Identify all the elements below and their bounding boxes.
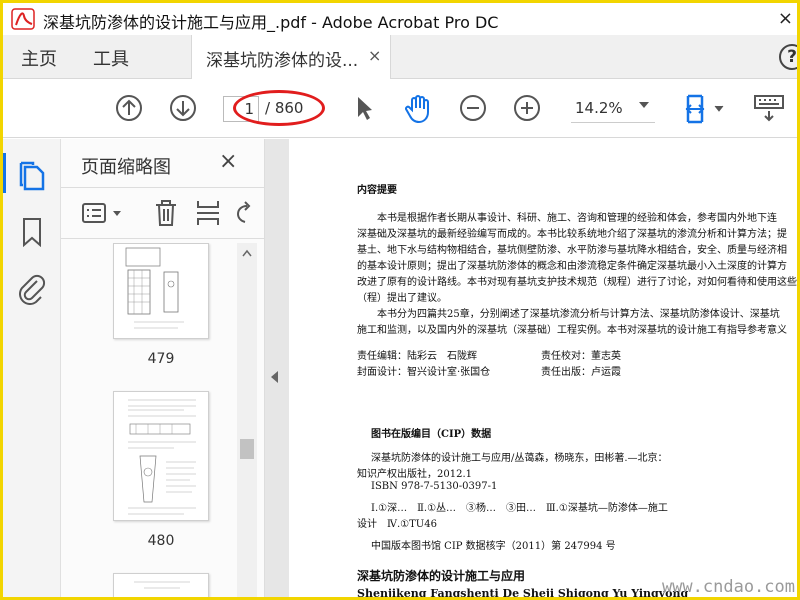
window-close-button[interactable]: ×	[778, 8, 793, 29]
next-page-icon[interactable]	[169, 94, 197, 122]
page-fit-icon[interactable]	[683, 92, 729, 126]
cover-credit: 封面设计：智兴设计室·张国仓	[357, 367, 491, 378]
document-tab-close-button[interactable]: ×	[368, 46, 381, 65]
acrobat-window: 深基坑防渗体的设计施工与应用_.pdf - Adobe Acrobat Pro …	[0, 0, 800, 600]
thumbnail-image	[125, 247, 184, 329]
tab-document[interactable]: 深基坑防渗体的设... ×	[191, 35, 391, 79]
book-title-pinyin: Shenjikeng Fangshenti De Sheji Shigong Y…	[357, 587, 689, 600]
select-cursor-icon[interactable]	[353, 94, 375, 122]
publisher-credit: 责任出版：卢运霞	[541, 367, 621, 378]
summary-line: 施工和监测，以及国内外的深基坑（深基础）工程实例。本书对深基坑的设计施工有指导参…	[357, 325, 787, 336]
summary-heading: 内容提要	[357, 185, 397, 196]
thumbnail-image	[128, 399, 196, 515]
cip-heading: 图书在版编目（CIP）数据	[371, 429, 492, 440]
collapse-panel-arrow-icon[interactable]	[271, 371, 278, 383]
summary-line: 本书分为四篇共25章，分别阐述了深基坑渗流分析与计算方法、深基坑防渗体设计、深基…	[377, 309, 780, 320]
panel-close-button[interactable]: ×	[219, 149, 237, 174]
cip-line: Ⅰ.①深… Ⅱ.①丛… ③杨… ③田… Ⅲ.①深基坑—防渗体—施工	[371, 503, 668, 514]
scroll-up-arrow-icon[interactable]	[242, 249, 252, 257]
proofreader-credit: 责任校对：董志英	[541, 351, 621, 362]
cip-line: ISBN 978-7-5130-0397-1	[371, 481, 498, 492]
tab-tools[interactable]: 工具	[93, 45, 129, 71]
keyboard-scroll-icon[interactable]	[753, 94, 785, 124]
zoom-out-icon[interactable]	[459, 94, 487, 122]
panel-toolbar	[61, 187, 265, 239]
thumbnail-page-479[interactable]	[113, 243, 209, 339]
left-tool-rail	[3, 139, 61, 597]
cip-line: 中国版本图书馆 CIP 数据核字（2011）第 247994 号	[371, 541, 616, 552]
cip-line: 深基坑防渗体的设计施工与应用/丛蔼森，杨晓东，田彬著.—北京：	[371, 453, 668, 464]
pdf-page: 内容提要 本书是根据作者长期从事设计、科研、施工、咨询和管理的经验和体会，参考国…	[289, 139, 797, 600]
prev-page-icon[interactable]	[115, 94, 143, 122]
zoom-level-field[interactable]: 14.2%	[575, 99, 623, 117]
page-thumbnails-panel: 页面缩略图 × 479 480	[61, 139, 265, 597]
zoom-in-icon[interactable]	[513, 94, 541, 122]
book-title-chinese: 深基坑防渗体的设计施工与应用	[357, 569, 526, 583]
tab-home[interactable]: 主页	[21, 45, 57, 71]
attachment-icon[interactable]	[17, 273, 47, 305]
nav-tabs-row: 主页 工具 深基坑防渗体的设... × ?	[3, 35, 797, 79]
thumbnail-list: 479 480	[61, 243, 237, 597]
thumbnail-page-480[interactable]	[113, 391, 209, 521]
document-viewport[interactable]: 内容提要 本书是根据作者长期从事设计、科研、施工、咨询和管理的经验和体会，参考国…	[265, 139, 797, 600]
rotate-icon[interactable]	[235, 200, 255, 226]
main-toolbar: 1 / 860 14.2%	[3, 80, 797, 138]
delete-icon[interactable]	[153, 198, 179, 228]
rail-active-indicator	[3, 153, 6, 193]
summary-line: （程）提出了建议。	[357, 293, 447, 304]
thumbnail-image	[134, 581, 190, 589]
hand-tool-icon[interactable]	[403, 94, 435, 124]
summary-line: 基土、地下水与结构物相结合，基坑侧壁防渗、水平防渗与基坑降水相结合，安全、质量与…	[357, 245, 787, 256]
zoom-underline	[571, 122, 655, 123]
panel-title: 页面缩略图	[81, 157, 171, 178]
thumbnail-page-next[interactable]	[113, 573, 209, 597]
summary-line: 深基础及深基坑的最新经验编写而成的。本书比较系统地介绍了深基坑的渗流分析和计算方…	[357, 229, 787, 240]
options-icon[interactable]	[81, 202, 125, 226]
window-title: 深基坑防渗体的设计施工与应用_.pdf - Adobe Acrobat Pro …	[43, 13, 499, 32]
summary-line: 改进了原有的设计路线。本书对现有基坑支护技术规范（规程）进行了讨论，对如何看待和…	[357, 277, 797, 288]
document-tab-label: 深基坑防渗体的设...	[206, 51, 359, 71]
acrobat-logo-icon	[11, 8, 35, 30]
help-button[interactable]: ?	[779, 44, 797, 70]
thumbnail-scrollbar[interactable]	[237, 243, 257, 597]
thumbnails-icon[interactable]	[19, 161, 47, 191]
insert-icon[interactable]	[195, 198, 221, 228]
zoom-dropdown-chevron-icon[interactable]	[639, 102, 649, 108]
editor-credit: 责任编辑：陆彩云 石陇辉	[357, 351, 477, 362]
red-highlight-ellipse	[233, 90, 325, 126]
thumbnail-page-number: 480	[147, 533, 175, 549]
summary-line: 本书是根据作者长期从事设计、科研、施工、咨询和管理的经验和体会，参考国内外地下连	[377, 213, 777, 224]
bookmark-icon[interactable]	[21, 217, 43, 247]
title-bar: 深基坑防渗体的设计施工与应用_.pdf - Adobe Acrobat Pro …	[3, 3, 797, 35]
thumbnail-page-number: 479	[147, 351, 175, 367]
cip-line: 设计 Ⅳ.①TU46	[357, 519, 437, 530]
summary-line: 的基本设计原则；提出了深基坑防渗体的概念和由渗流稳定条件确定深基坑最小入土深度的…	[357, 261, 787, 272]
scrollbar-thumb[interactable]	[240, 439, 254, 459]
site-watermark: www.cndao.com	[661, 577, 795, 597]
cip-line: 知识产权出版社，2012.1	[357, 469, 472, 480]
